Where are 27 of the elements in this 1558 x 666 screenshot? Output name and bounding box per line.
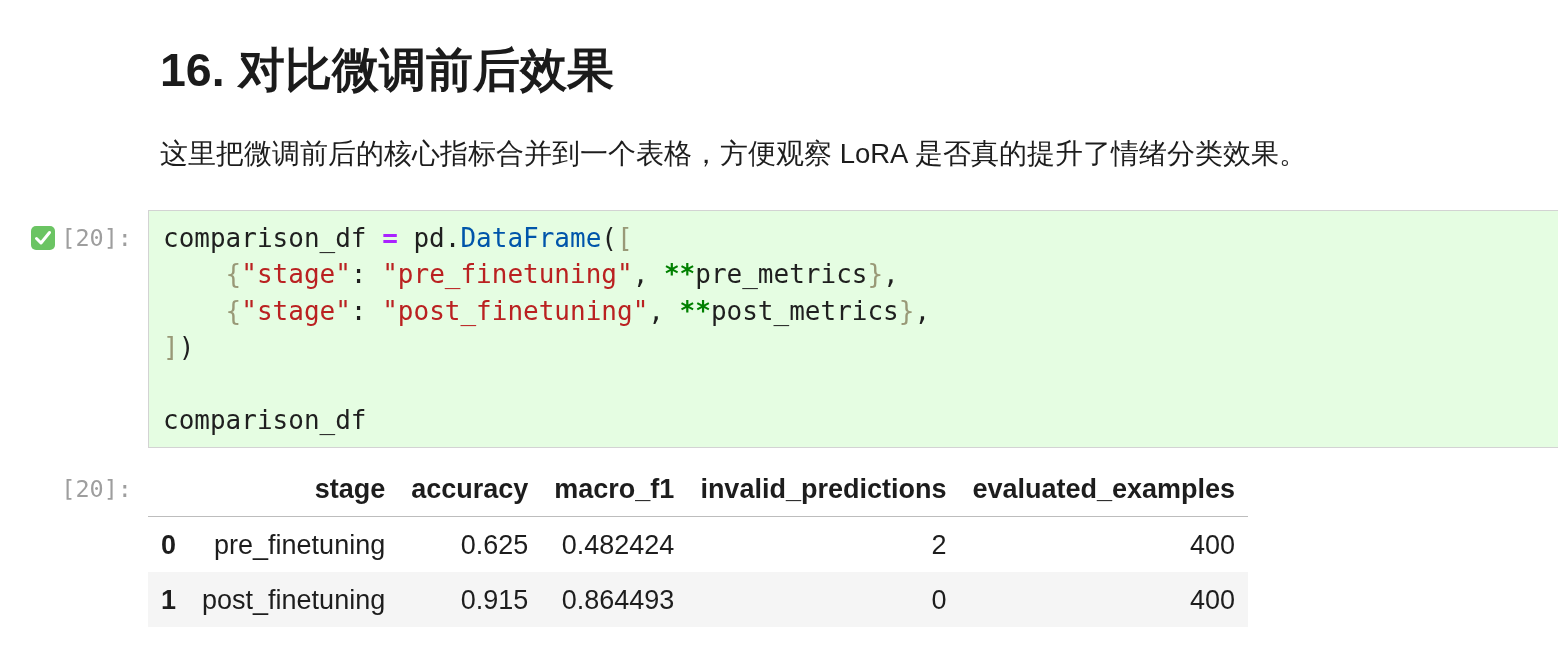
table-cell: 0.915 xyxy=(398,572,542,628)
column-header: evaluated_examples xyxy=(959,461,1249,517)
column-header: accuracy xyxy=(398,461,542,517)
table-cell: 0 xyxy=(687,572,960,628)
column-header: stage xyxy=(189,461,399,517)
code-line: comparison_df xyxy=(163,403,367,437)
table-cell: pre_finetuning xyxy=(189,516,399,573)
section-heading: 16. 对比微调前后效果 xyxy=(160,43,614,98)
row-index: 1 xyxy=(148,572,190,628)
row-index: 0 xyxy=(148,516,190,573)
table-cell: 0.864493 xyxy=(541,572,688,628)
code-line: ]) xyxy=(163,331,195,365)
table-cell: 400 xyxy=(959,572,1249,628)
table-cell: 0.482424 xyxy=(541,516,688,573)
table-cell: 2 xyxy=(687,516,960,573)
code-line: {"stage": "pre_finetuning", **pre_metrics}, xyxy=(224,258,899,292)
table-cell: 0.625 xyxy=(398,516,542,573)
table-cell: post_finetuning xyxy=(189,572,399,628)
column-header: macro_f1 xyxy=(541,461,688,517)
table-cell: 400 xyxy=(959,516,1249,573)
code-line: {"stage": "post_finetuning", **post_metrics}, xyxy=(224,294,931,328)
cell-prompt: [20]: xyxy=(61,223,132,254)
output-prompt: [20]: xyxy=(61,473,132,505)
column-header: invalid_predictions xyxy=(687,461,960,517)
intro-paragraph: 这里把微调前后的核心指标合并到一个表格，方便观察 LoRA 是否真的提升了情绪分类效果。 xyxy=(160,137,1307,171)
code-editor[interactable]: comparison_df = pd.DataFrame([ {"stage": "pre_finetuning", **pre_metrics}, {"stage": "post_finetuning", **post_metrics}, ]) comparison_df xyxy=(148,210,1558,449)
code-line: comparison_df = pd.DataFrame([ xyxy=(163,222,633,255)
